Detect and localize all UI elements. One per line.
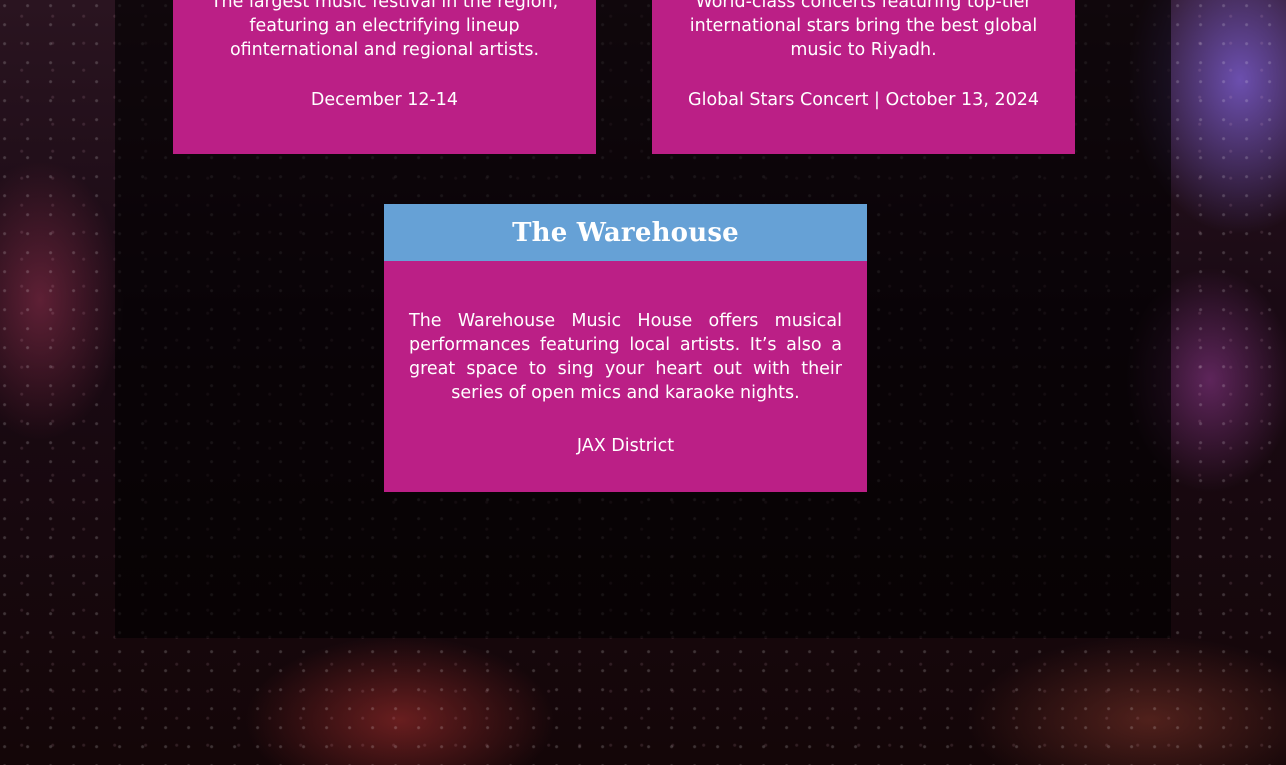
venue-card-warehouse: The Warehouse The Warehouse Music House … (384, 204, 867, 492)
page: The largest music festival in the region… (0, 0, 1286, 765)
event-description: The largest music festival in the region… (210, 0, 559, 60)
event-description: World-class concerts featuring top-tier … (689, 0, 1038, 60)
card-title: The Warehouse (512, 217, 739, 248)
venue-location: JAX District (576, 436, 675, 456)
event-date: Global Stars Concert | October 13, 2024 (688, 90, 1039, 110)
card-header: The Warehouse (384, 204, 867, 261)
venue-description: The Warehouse Music House offers musical… (409, 311, 842, 403)
event-card-global-stars: World-class concerts featuring top-tier … (652, 0, 1075, 154)
event-date: December 12-14 (310, 90, 459, 110)
event-card-festival: The largest music festival in the region… (173, 0, 596, 154)
